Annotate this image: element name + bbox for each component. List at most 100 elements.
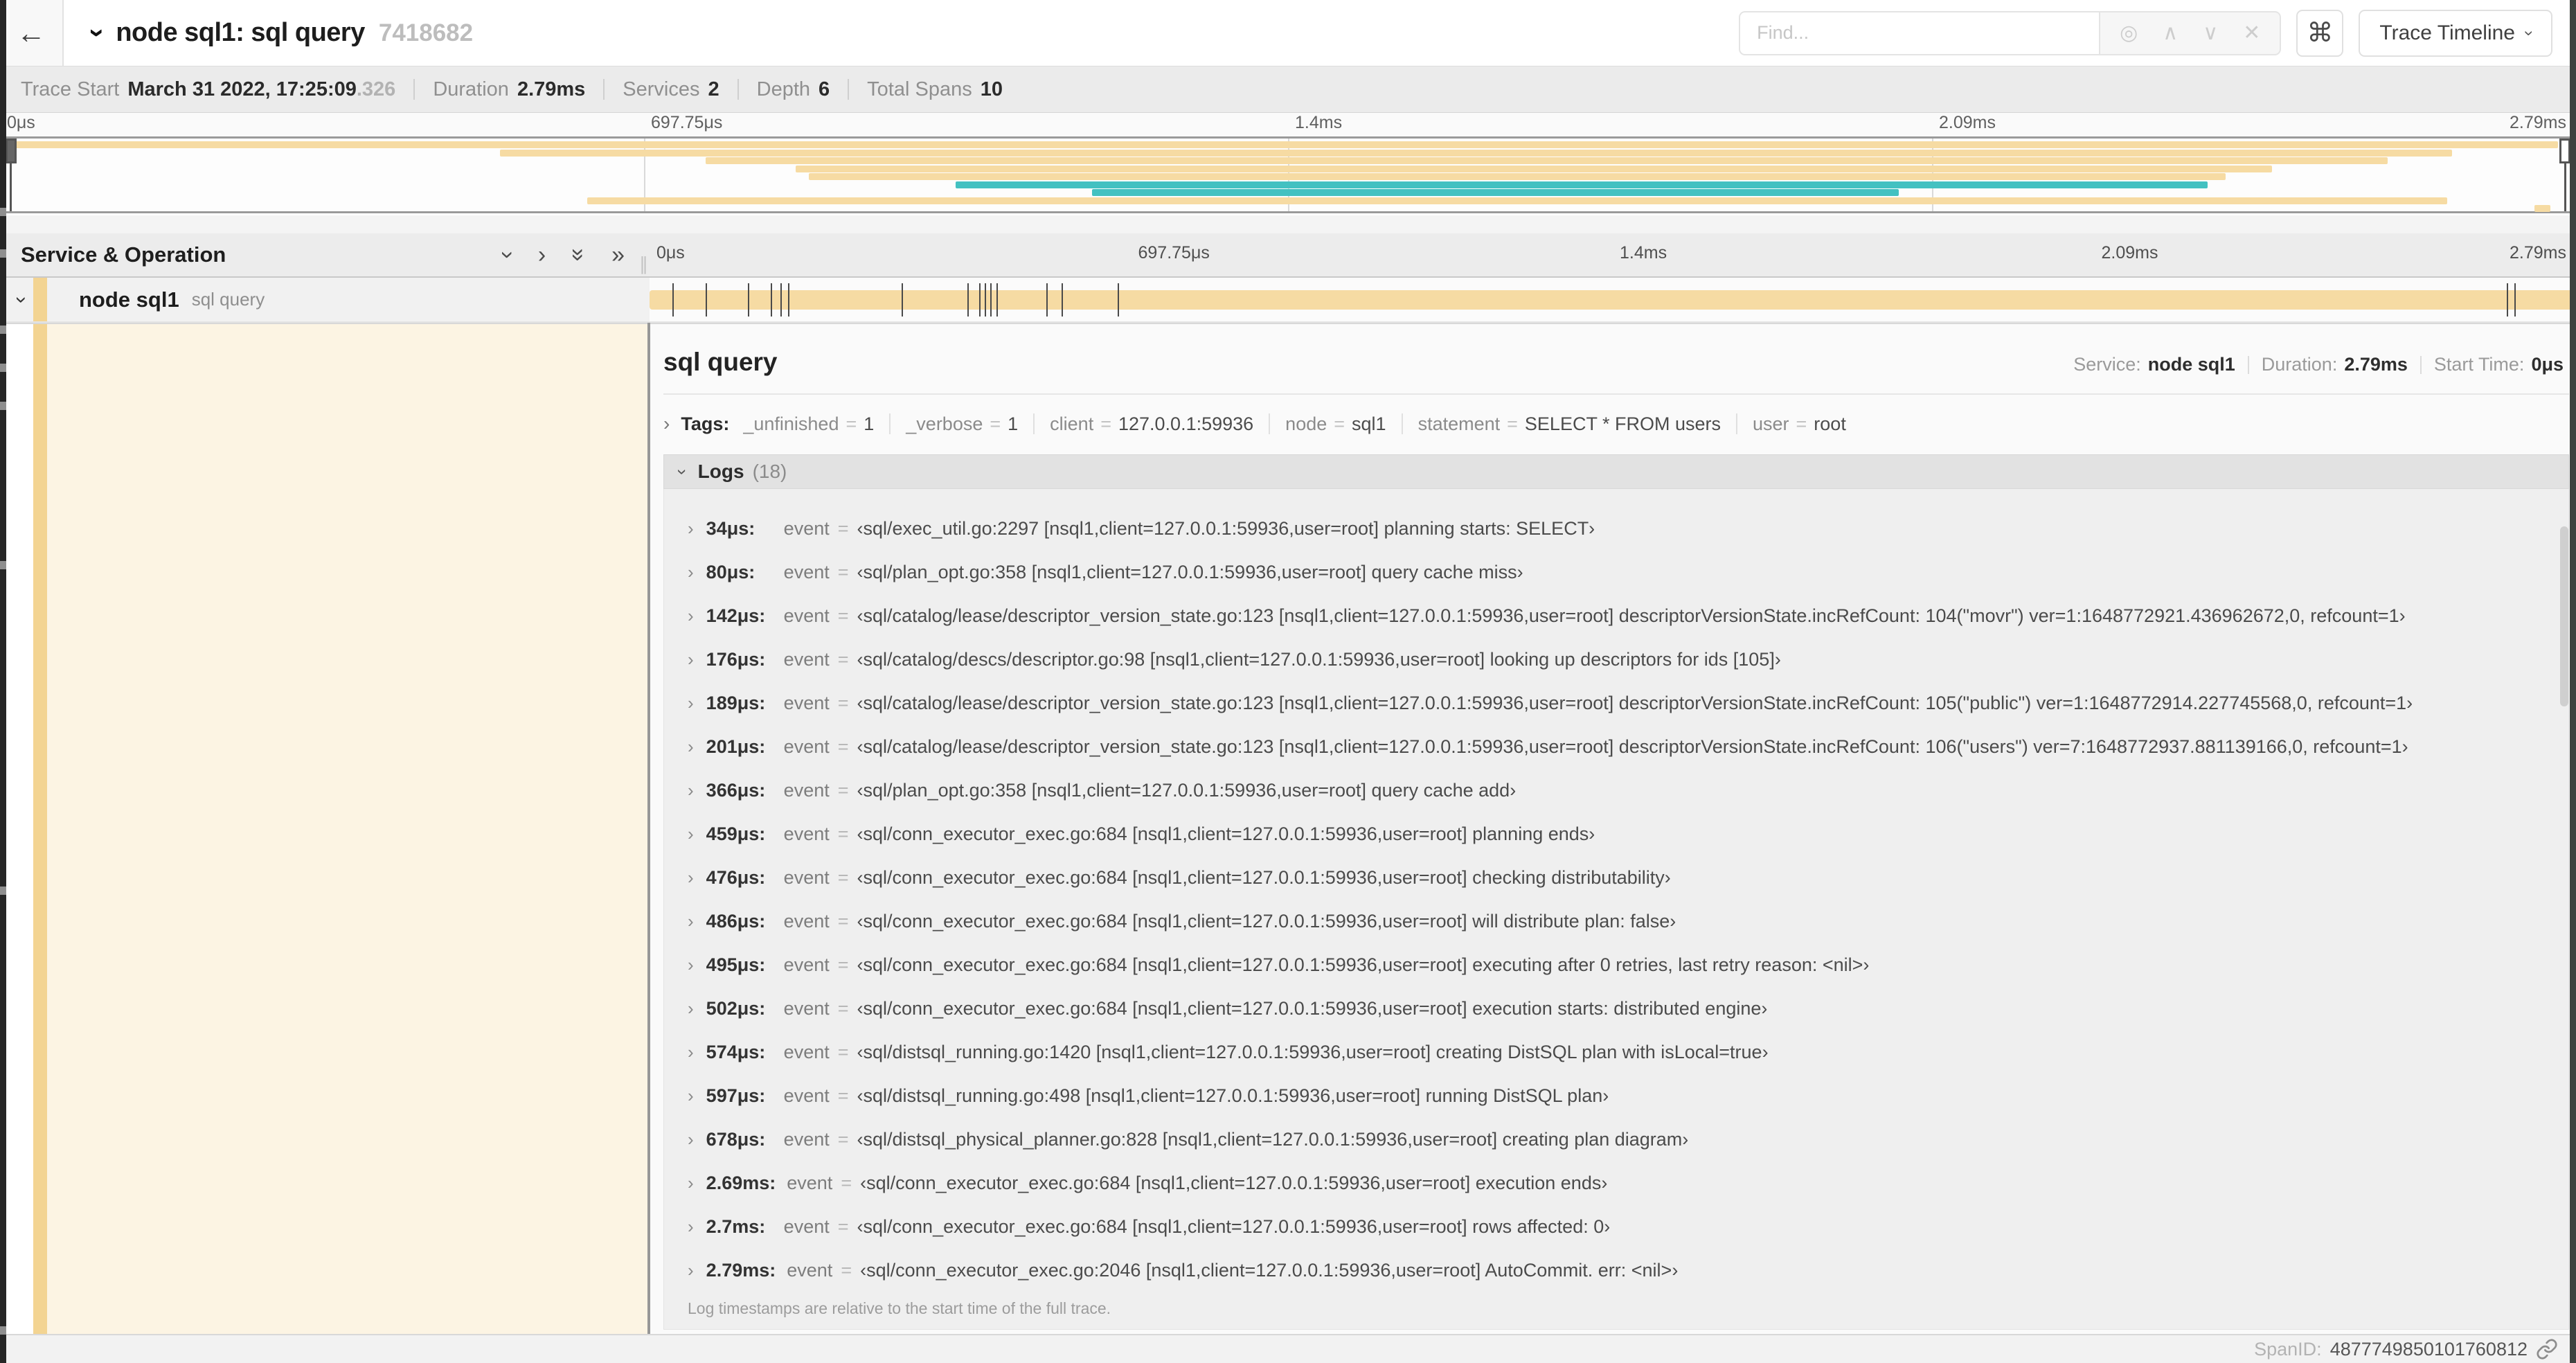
edge-notch (0, 249, 6, 258)
trace-view-selector[interactable]: Trace Timeline › (2359, 9, 2552, 57)
log-field-name: event (783, 736, 830, 757)
span-log-marker[interactable] (990, 283, 992, 317)
keyboard-shortcuts-button[interactable]: ⌘ (2296, 9, 2344, 57)
span-log-marker[interactable] (788, 283, 790, 317)
top-right-controls: ◎ ∧ ∨ ✕ ⌘ Trace Timeline › (1739, 9, 2552, 57)
log-equals: = (837, 1216, 849, 1237)
edge-notch (0, 402, 6, 410)
log-equals: = (837, 1129, 849, 1150)
log-entry-row[interactable]: › 597μs: event = ‹sql/distsql_running.go:498… (688, 1074, 2568, 1118)
log-chevron-icon: › (688, 605, 694, 626)
minimap-canvas[interactable] (0, 136, 2576, 213)
edge-notch (0, 1326, 6, 1335)
span-log-marker[interactable] (747, 283, 749, 317)
log-entry-row[interactable]: › 574μs: event = ‹sql/distsql_running.go:142… (688, 1031, 2568, 1074)
find-clear-icon[interactable]: ✕ (2243, 22, 2260, 44)
span-log-marker[interactable] (996, 283, 998, 317)
detail-divider-line (663, 393, 2569, 395)
tags-chevron-icon: › (663, 413, 670, 434)
span-collapse-chevron-icon[interactable]: › (10, 296, 33, 303)
locate-icon[interactable]: ◎ (2120, 22, 2138, 44)
log-equals: = (841, 1260, 852, 1281)
back-button[interactable]: ← (0, 0, 64, 66)
span-log-marker[interactable] (1118, 283, 1120, 317)
log-field-name: event (783, 562, 830, 582)
log-entry-row[interactable]: › 459μs: event = ‹sql/conn_executor_exec.go:… (688, 812, 2568, 856)
tag-separator (1401, 413, 1403, 434)
edge-notch (0, 561, 6, 569)
find-prev-icon[interactable]: ∧ (2163, 22, 2178, 44)
span-row-name-column[interactable]: › node sql1 sql query (0, 278, 650, 321)
span-log-marker[interactable] (978, 283, 981, 317)
summary-label: Depth (756, 78, 811, 100)
tag-key: client (1050, 413, 1094, 434)
log-entry-row[interactable]: › 80μs: event = ‹sql/plan_opt.go:358 [nsql1,… (688, 551, 2568, 594)
logs-header[interactable]: › Logs (18) (663, 454, 2569, 489)
log-chevron-icon: › (688, 1129, 694, 1150)
span-log-marker[interactable] (967, 283, 969, 317)
log-equals: = (837, 649, 849, 670)
log-entry-row[interactable]: › 2.79ms: event = ‹sql/conn_executor_exec.go… (688, 1249, 2568, 1292)
span-detail-meta: Service: node sql1 Duration: 2.79ms Start Ti… (2073, 354, 2569, 375)
tag-item: node = sql1 (1285, 413, 1386, 435)
log-entry-row[interactable]: › 189μs: event = ‹sql/catalog/lease/descript… (688, 682, 2568, 725)
span-log-marker[interactable] (771, 283, 773, 317)
log-equals: = (837, 998, 849, 1019)
expand-one-icon[interactable]: › (538, 243, 546, 267)
minimap-span-bar (796, 165, 2273, 172)
log-entry-row[interactable]: › 2.7ms: event = ‹sql/conn_executor_exec.go:… (688, 1205, 2568, 1249)
span-log-marker[interactable] (902, 283, 904, 317)
find-next-icon[interactable]: ∨ (2203, 22, 2218, 44)
log-field-name: event (783, 911, 830, 932)
logs-body: › 34μs: event = ‹sql/exec_util.go:2297 [nsql… (663, 489, 2569, 1330)
span-duration-bar[interactable] (650, 290, 2576, 310)
detail-pane-scrollbar[interactable] (2560, 526, 2568, 706)
tag-item: _verbose = 1 (906, 413, 1018, 435)
log-entry-row[interactable]: › 476μs: event = ‹sql/conn_executor_exec.go:… (688, 856, 2568, 900)
log-entry-row[interactable]: › 495μs: event = ‹sql/conn_executor_exec.go:… (688, 943, 2568, 987)
detail-column-divider[interactable] (647, 323, 650, 1334)
log-entry-row[interactable]: › 486μs: event = ‹sql/conn_executor_exec.go:… (688, 900, 2568, 943)
span-log-marker[interactable] (2514, 283, 2516, 317)
span-log-marker[interactable] (672, 283, 674, 317)
summary-label: Duration (433, 78, 509, 100)
log-field-name: event (783, 1129, 830, 1150)
collapse-all-icon[interactable]: » (566, 249, 592, 262)
detail-left-column (0, 323, 650, 1334)
log-entry-row[interactable]: › 678μs: event = ‹sql/distsql_physical_plann… (688, 1118, 2568, 1161)
collapse-one-icon[interactable]: › (494, 251, 521, 258)
log-field-value: ‹sql/exec_util.go:2297 [nsql1,client=127… (857, 518, 1595, 539)
log-entry-row[interactable]: › 2.69ms: event = ‹sql/conn_executor_exec.go… (688, 1161, 2568, 1205)
log-field-value: ‹sql/plan_opt.go:358 [nsql1,client=127.0… (857, 780, 1517, 801)
collapse-trace-chevron-icon[interactable]: › (82, 28, 113, 37)
span-log-marker[interactable] (985, 283, 987, 317)
span-log-marker[interactable] (2506, 283, 2508, 317)
log-entry-row[interactable]: › 142μs: event = ‹sql/catalog/lease/descript… (688, 594, 2568, 638)
log-equals: = (837, 693, 849, 713)
expand-all-icon[interactable]: » (611, 243, 625, 267)
tags-row[interactable]: › Tags: _unfinished = 1 _verbose = 1 client = 12… (663, 413, 2569, 435)
log-entry-row[interactable]: › 366μs: event = ‹sql/plan_opt.go:358 [nsql1… (688, 769, 2568, 812)
log-entry-row[interactable]: › 34μs: event = ‹sql/exec_util.go:2297 [nsql… (688, 507, 2568, 551)
span-bar-track[interactable] (650, 278, 2576, 321)
log-timestamp: 459μs: (706, 823, 766, 844)
log-entry-row[interactable]: › 502μs: event = ‹sql/conn_executor_exec.go:… (688, 987, 2568, 1031)
log-entry-row[interactable]: › 201μs: event = ‹sql/catalog/lease/descript… (688, 725, 2568, 769)
log-timestamp: 2.7ms: (706, 1216, 766, 1237)
span-log-marker[interactable] (705, 283, 707, 317)
span-detail-title: sql query (663, 348, 778, 376)
viewport-scrubber-left-handle[interactable] (6, 139, 17, 163)
link-icon[interactable] (2536, 1338, 2558, 1360)
tag-value: SELECT * FROM users (1524, 413, 1721, 434)
span-log-marker[interactable] (1062, 283, 1064, 317)
log-chevron-icon: › (688, 562, 694, 582)
find-input[interactable] (1739, 10, 2100, 55)
bottom-bar: SpanID: 4877749850101760812 (0, 1334, 2576, 1363)
viewport-scrubber-right-handle[interactable] (2559, 139, 2570, 163)
log-field-name: event (783, 1085, 830, 1106)
column-resizer-handle[interactable]: ∥ (639, 253, 648, 275)
span-log-marker[interactable] (780, 283, 782, 317)
span-log-marker[interactable] (1046, 283, 1048, 317)
detail-left-tint (47, 324, 650, 1334)
log-entry-row[interactable]: › 176μs: event = ‹sql/catalog/descs/descript… (688, 638, 2568, 682)
